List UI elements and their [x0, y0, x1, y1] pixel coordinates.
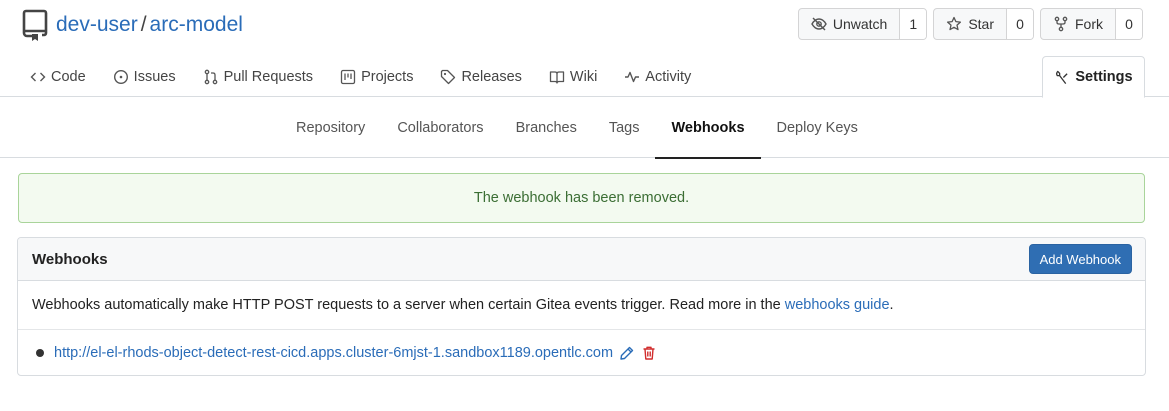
edit-webhook-button[interactable]: [619, 345, 635, 361]
star-icon: [947, 16, 962, 31]
tab-settings[interactable]: Settings: [1042, 56, 1145, 98]
tab-releases-label: Releases: [461, 69, 522, 85]
settings-tab-tags[interactable]: Tags: [593, 97, 656, 158]
fork-button-group: Fork 0: [1040, 8, 1143, 40]
fork-icon: [1054, 16, 1068, 32]
delete-webhook-button[interactable]: [641, 345, 657, 361]
tab-projects[interactable]: Projects: [340, 69, 413, 85]
webhooks-description-suffix: .: [889, 297, 894, 313]
tab-wiki-label: Wiki: [569, 69, 598, 85]
repo-name-link[interactable]: arc-model: [150, 13, 243, 37]
webhook-url-link[interactable]: http://el-el-rhods-object-detect-rest-ci…: [54, 345, 613, 361]
tab-activity[interactable]: Activity: [624, 69, 691, 85]
settings-sub-nav: Repository Collaborators Branches Tags W…: [0, 97, 1169, 159]
star-button[interactable]: Star: [934, 9, 1007, 39]
watch-button-group: Unwatch 1: [797, 8, 928, 40]
code-icon: [30, 72, 46, 82]
webhook-status-dot: [36, 348, 44, 357]
tab-settings-label: Settings: [1075, 69, 1133, 85]
tab-code-label: Code: [51, 69, 86, 85]
settings-tab-deploy-keys[interactable]: Deploy Keys: [761, 97, 874, 158]
fork-count[interactable]: 0: [1116, 9, 1142, 39]
repo-tabs: Code Issues Pull Requests Projects Relea…: [30, 58, 718, 96]
success-flash-message: The webhook has been removed.: [18, 173, 1145, 223]
project-icon: [340, 69, 356, 85]
tab-code[interactable]: Code: [30, 69, 86, 85]
star-label: Star: [968, 16, 994, 32]
webhook-list-item: http://el-el-rhods-object-detect-rest-ci…: [18, 330, 1145, 375]
repo-icon: [22, 9, 48, 41]
pencil-icon: [620, 346, 634, 360]
tab-projects-label: Projects: [361, 69, 414, 85]
book-icon: [549, 71, 565, 84]
unwatch-button[interactable]: Unwatch: [799, 9, 901, 39]
repo-separator: /: [140, 13, 147, 36]
eye-slash-icon: [811, 17, 827, 31]
tab-pull-requests[interactable]: Pull Requests: [203, 69, 313, 85]
repo-action-buttons: Unwatch 1 Star 0 Fork 0: [797, 8, 1143, 40]
pull-request-icon: [204, 69, 217, 85]
settings-tab-collaborators[interactable]: Collaborators: [381, 97, 499, 158]
tab-activity-label: Activity: [645, 69, 692, 85]
tab-issues-label: Issues: [133, 69, 176, 85]
repo-owner-link[interactable]: dev-user: [56, 13, 138, 37]
repo-header: dev-user / arc-model Unwatch 1 Star 0 Fo…: [0, 0, 1169, 98]
tab-issues[interactable]: Issues: [113, 69, 176, 85]
star-count[interactable]: 0: [1007, 9, 1033, 39]
webhooks-description: Webhooks automatically make HTTP POST re…: [18, 281, 1145, 330]
tab-wiki[interactable]: Wiki: [549, 69, 597, 85]
tag-icon: [441, 69, 456, 85]
webhooks-title: Webhooks: [32, 250, 108, 268]
fork-button[interactable]: Fork: [1041, 9, 1116, 39]
star-button-group: Star 0: [933, 8, 1034, 40]
settings-sub-tabs: Repository Collaborators Branches Tags W…: [280, 97, 874, 159]
fork-label: Fork: [1075, 16, 1103, 32]
issue-opened-icon: [113, 69, 128, 85]
webhooks-guide-link[interactable]: webhooks guide: [785, 297, 890, 313]
trash-icon: [643, 346, 655, 360]
tab-releases[interactable]: Releases: [440, 69, 522, 85]
webhooks-panel: Webhooks Add Webhook Webhooks automatica…: [17, 237, 1146, 376]
tools-icon: [1056, 70, 1068, 84]
add-webhook-button[interactable]: Add Webhook: [1028, 244, 1132, 274]
repo-title: dev-user / arc-model: [22, 8, 243, 42]
settings-tab-branches[interactable]: Branches: [500, 97, 593, 158]
watch-count[interactable]: 1: [900, 9, 927, 39]
pulse-icon: [625, 71, 640, 83]
webhooks-panel-header: Webhooks Add Webhook: [18, 238, 1145, 281]
tab-pull-requests-label: Pull Requests: [223, 69, 314, 85]
flash-message-text: The webhook has been removed.: [473, 190, 690, 206]
unwatch-label: Unwatch: [832, 16, 888, 32]
webhooks-description-text: Webhooks automatically make HTTP POST re…: [32, 297, 781, 313]
settings-tab-webhooks[interactable]: Webhooks: [655, 97, 761, 159]
settings-tab-repository[interactable]: Repository: [280, 97, 381, 158]
